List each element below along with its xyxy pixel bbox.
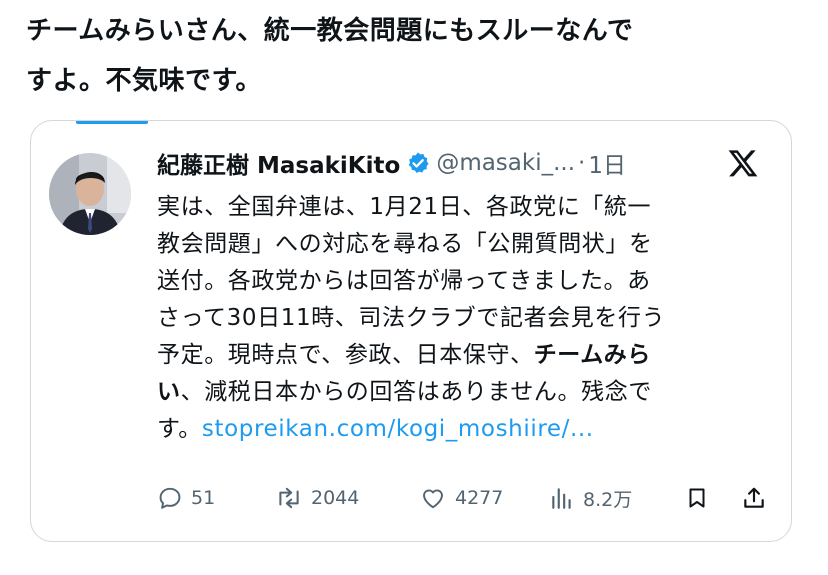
reply-icon [157, 485, 183, 511]
bookmark-button[interactable] [685, 481, 709, 515]
tweet-text: 、減税日本からの回答はありません。残念で [180, 379, 652, 405]
author-handle[interactable]: @masaki_... [436, 150, 575, 176]
like-button[interactable]: 4277 [419, 481, 503, 515]
tweet-body: 実は、全国弁連は、1月21日、各政党に「統一 教会問題」への対応を尋ねる「公開質… [157, 189, 765, 448]
tweet-line: 実は、全国弁連は、1月21日、各政党に「統一 [157, 194, 652, 220]
meta-separator: · [578, 150, 586, 176]
card-top-indicator [76, 121, 148, 124]
author-name[interactable]: 紀藤正樹 MasakiKito [157, 146, 400, 180]
repost-count: 2044 [311, 487, 360, 509]
tweet-author-row: 紀藤正樹 MasakiKito @masaki_... · 1日 [157, 143, 777, 183]
highlighted-term: い [157, 379, 181, 405]
views-icon [549, 485, 575, 511]
quoted-tweet-card[interactable]: 紀藤正樹 MasakiKito @masaki_... · 1日 実は、全国弁連… [30, 120, 792, 542]
like-icon [419, 485, 447, 511]
share-icon [741, 485, 767, 511]
repost-button[interactable]: 2044 [275, 481, 359, 515]
tweet-line: す。stopreikan.com/kogi_moshiire/... [157, 411, 765, 448]
tweet-line: 予定。現時点で、参政、日本保守、チームみら [157, 337, 765, 374]
avatar[interactable] [49, 153, 131, 235]
tweet-text: 予定。現時点で、参政、日本保守、 [157, 342, 534, 368]
tweet-timestamp[interactable]: 1日 [588, 146, 626, 180]
tweet-line: 教会問題」への対応を尋ねる「公開質問状」を [157, 231, 653, 257]
tweet-line: い、減税日本からの回答はありません。残念で [157, 374, 765, 411]
reply-count: 51 [191, 487, 216, 509]
post-text: チームみらいさん、統一教会問題にもスルーなんで すよ。不気味です。 [26, 6, 806, 106]
tweet-action-bar: 51 2044 4277 8.2万 [157, 481, 777, 515]
x-logo-icon[interactable] [727, 147, 759, 185]
like-count: 4277 [455, 487, 504, 509]
views-count: 8.2万 [583, 488, 633, 511]
views-button[interactable]: 8.2万 [549, 481, 632, 515]
share-button[interactable] [741, 481, 767, 515]
bookmark-icon [685, 485, 709, 511]
repost-icon [275, 485, 303, 511]
verified-badge-icon [406, 151, 430, 175]
post-text-line-2: すよ。不気味です。 [26, 66, 262, 96]
reply-button[interactable]: 51 [157, 481, 215, 515]
tweet-line: さって30日11時、司法クラブで記者会見を行う [157, 305, 666, 331]
tweet-text: す。 [157, 416, 202, 442]
post-text-line-1: チームみらいさん、統一教会問題にもスルーなんで [26, 16, 634, 46]
tweet-line: 送付。各政党からは回答が帰ってきました。あ [157, 268, 651, 294]
tweet-link[interactable]: stopreikan.com/kogi_moshiire/... [202, 416, 594, 442]
highlighted-term: チームみら [533, 342, 651, 368]
